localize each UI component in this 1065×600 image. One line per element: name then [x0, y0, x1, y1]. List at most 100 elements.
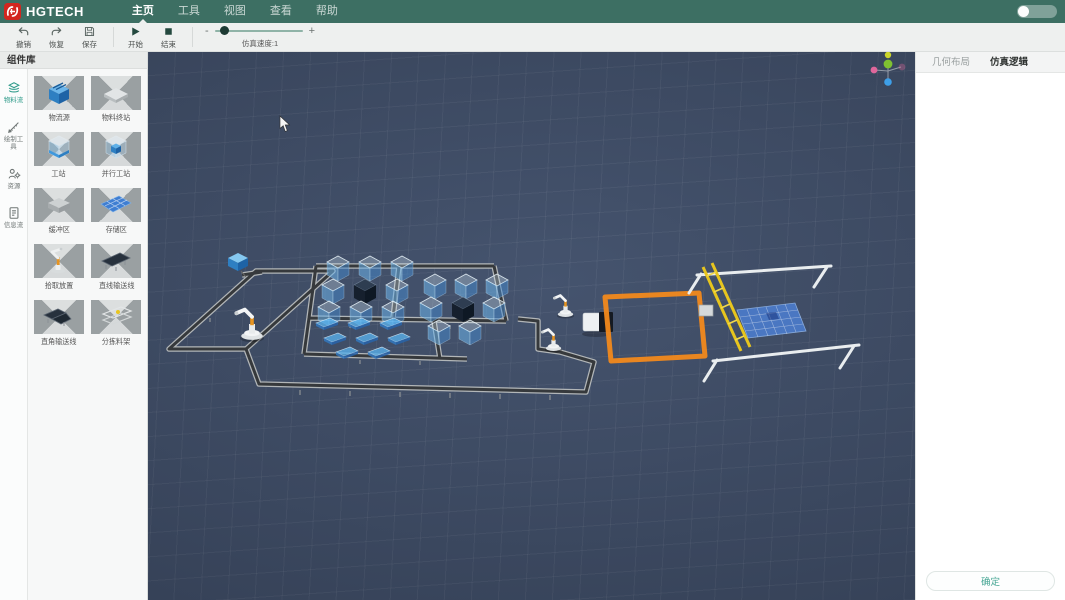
- app-header: HGTECH 主页 工具 视图 查看 帮助: [0, 0, 1065, 23]
- component-label: 存储区: [106, 224, 127, 234]
- menu-tab-view[interactable]: 视图: [212, 0, 258, 23]
- component-thumbnail: [34, 244, 84, 278]
- play-icon: [129, 25, 142, 38]
- header-toggle[interactable]: [1017, 5, 1057, 18]
- gizmo-axis-top[interactable]: [885, 52, 891, 58]
- storage-grid-plate: [737, 303, 806, 338]
- speed-slider[interactable]: [215, 30, 303, 32]
- properties-tabbar: 几何布局 仿真逻辑: [916, 52, 1065, 73]
- robot-arm: [553, 296, 574, 319]
- component-workstation[interactable]: 工站: [33, 132, 85, 179]
- agv-path-outline: [605, 293, 705, 361]
- redo-button[interactable]: 恢复: [43, 25, 70, 50]
- component-library-title: 组件库: [0, 52, 147, 69]
- save-label: 保存: [82, 39, 97, 50]
- undo-icon: [17, 25, 30, 38]
- brand-logo: HGTECH: [4, 3, 84, 20]
- menu-tab-inspect[interactable]: 查看: [258, 0, 304, 23]
- drawing-tools-icon: [7, 120, 21, 134]
- gizmo-axis-down[interactable]: [884, 78, 892, 86]
- component-thumbnail: [91, 76, 141, 110]
- resources-icon: [7, 167, 21, 181]
- category-information-flow[interactable]: 信息流: [0, 206, 27, 230]
- component-label: 工站: [52, 168, 66, 178]
- gizmo-axis-up[interactable]: [884, 60, 893, 69]
- storage-grid-icon: [91, 188, 141, 222]
- component-corner-conveyor[interactable]: 直角输送线: [33, 300, 85, 347]
- parallel-workstation-icon: [91, 132, 141, 166]
- component-storage[interactable]: 存储区: [91, 188, 143, 235]
- category-material-flow[interactable]: 物料流: [0, 81, 27, 105]
- component-label: 拾取放置: [45, 280, 74, 290]
- save-button[interactable]: 保存: [76, 25, 103, 50]
- corner-conveyor-icon: [34, 300, 84, 334]
- category-label: 物料流: [4, 97, 23, 104]
- source-box-icon: [34, 76, 84, 110]
- component-thumbnail: [91, 132, 141, 166]
- hgtech-logo-icon: [4, 3, 21, 20]
- confirm-button[interactable]: 确定: [926, 571, 1055, 591]
- component-grid: 物流源 物料终站: [28, 69, 147, 600]
- category-drawing-tools[interactable]: 绘制工具: [0, 120, 27, 152]
- gizmo-axis-right[interactable]: [899, 64, 906, 71]
- component-pick-place[interactable]: 拾取放置: [33, 244, 85, 291]
- workstation-icon: [34, 132, 84, 166]
- speed-minus-button[interactable]: -: [205, 26, 209, 36]
- component-parallel-workstation[interactable]: 并行工站: [91, 132, 143, 179]
- menu-tab-tools[interactable]: 工具: [166, 0, 212, 23]
- gizmo-axis-left[interactable]: [871, 67, 878, 74]
- component-label: 分拣料架: [102, 336, 131, 346]
- end-button[interactable]: 结束: [155, 25, 182, 50]
- gantry-crane: [699, 263, 750, 351]
- component-thumbnail: [34, 188, 84, 222]
- start-button[interactable]: 开始: [122, 25, 149, 50]
- component-sorting-rack[interactable]: 分拣料架: [91, 300, 143, 347]
- orientation-gizmo[interactable]: [871, 52, 906, 86]
- information-flow-icon: [7, 206, 21, 220]
- component-label: 直角输送线: [41, 336, 77, 346]
- robot-arm: [234, 310, 264, 342]
- category-rail: 物料流 绘制工具 资源: [0, 69, 28, 600]
- undo-button[interactable]: 撤销: [10, 25, 37, 50]
- component-label: 物料终站: [102, 112, 131, 122]
- component-label: 物流源: [48, 112, 69, 122]
- buffer-icon: [34, 188, 84, 222]
- tab-simulation-logic[interactable]: 仿真逻辑: [980, 52, 1038, 73]
- component-library-panel: 组件库 物料流 绘制工具: [0, 52, 148, 600]
- category-resources[interactable]: 资源: [0, 167, 27, 191]
- factory-scene: [148, 52, 915, 600]
- component-thumbnail: [91, 244, 141, 278]
- category-label: 绘制工具: [1, 137, 26, 152]
- sorting-rack-icon: [91, 300, 141, 334]
- component-material-sink[interactable]: 物料终站: [91, 76, 143, 123]
- component-thumbnail: [34, 76, 84, 110]
- properties-panel: 几何布局 仿真逻辑 确定: [915, 52, 1065, 600]
- viewport-3d-canvas[interactable]: [148, 52, 915, 600]
- sim-speed-control: - + 仿真速度:1: [205, 26, 315, 49]
- speed-plus-button[interactable]: +: [309, 26, 315, 36]
- undo-label: 撤销: [16, 39, 31, 50]
- component-thumbnail: [34, 132, 84, 166]
- component-thumbnail: [91, 188, 141, 222]
- component-source[interactable]: 物流源: [33, 76, 85, 123]
- toolbar-divider: [113, 27, 114, 47]
- pick-place-robot-icon: [34, 244, 84, 278]
- speed-slider-knob[interactable]: [220, 26, 229, 35]
- component-straight-conveyor[interactable]: 直线输送线: [91, 244, 143, 291]
- redo-icon: [50, 25, 63, 38]
- material-sink-icon: [91, 76, 141, 110]
- main-menubar: 主页 工具 视图 查看 帮助: [120, 0, 350, 23]
- properties-body: [916, 73, 1065, 565]
- start-label: 开始: [128, 39, 143, 50]
- material-flow-icon: [7, 81, 21, 95]
- component-label: 缓冲区: [48, 224, 69, 234]
- menu-tab-home[interactable]: 主页: [120, 0, 166, 23]
- end-label: 结束: [161, 39, 176, 50]
- component-buffer[interactable]: 缓冲区: [33, 188, 85, 235]
- tab-geometry-layout[interactable]: 几何布局: [922, 52, 980, 73]
- conveyor-network: [169, 266, 594, 400]
- component-label: 并行工站: [102, 168, 131, 178]
- component-thumbnail: [34, 300, 84, 334]
- menu-tab-help[interactable]: 帮助: [304, 0, 350, 23]
- straight-conveyor-icon: [91, 244, 141, 278]
